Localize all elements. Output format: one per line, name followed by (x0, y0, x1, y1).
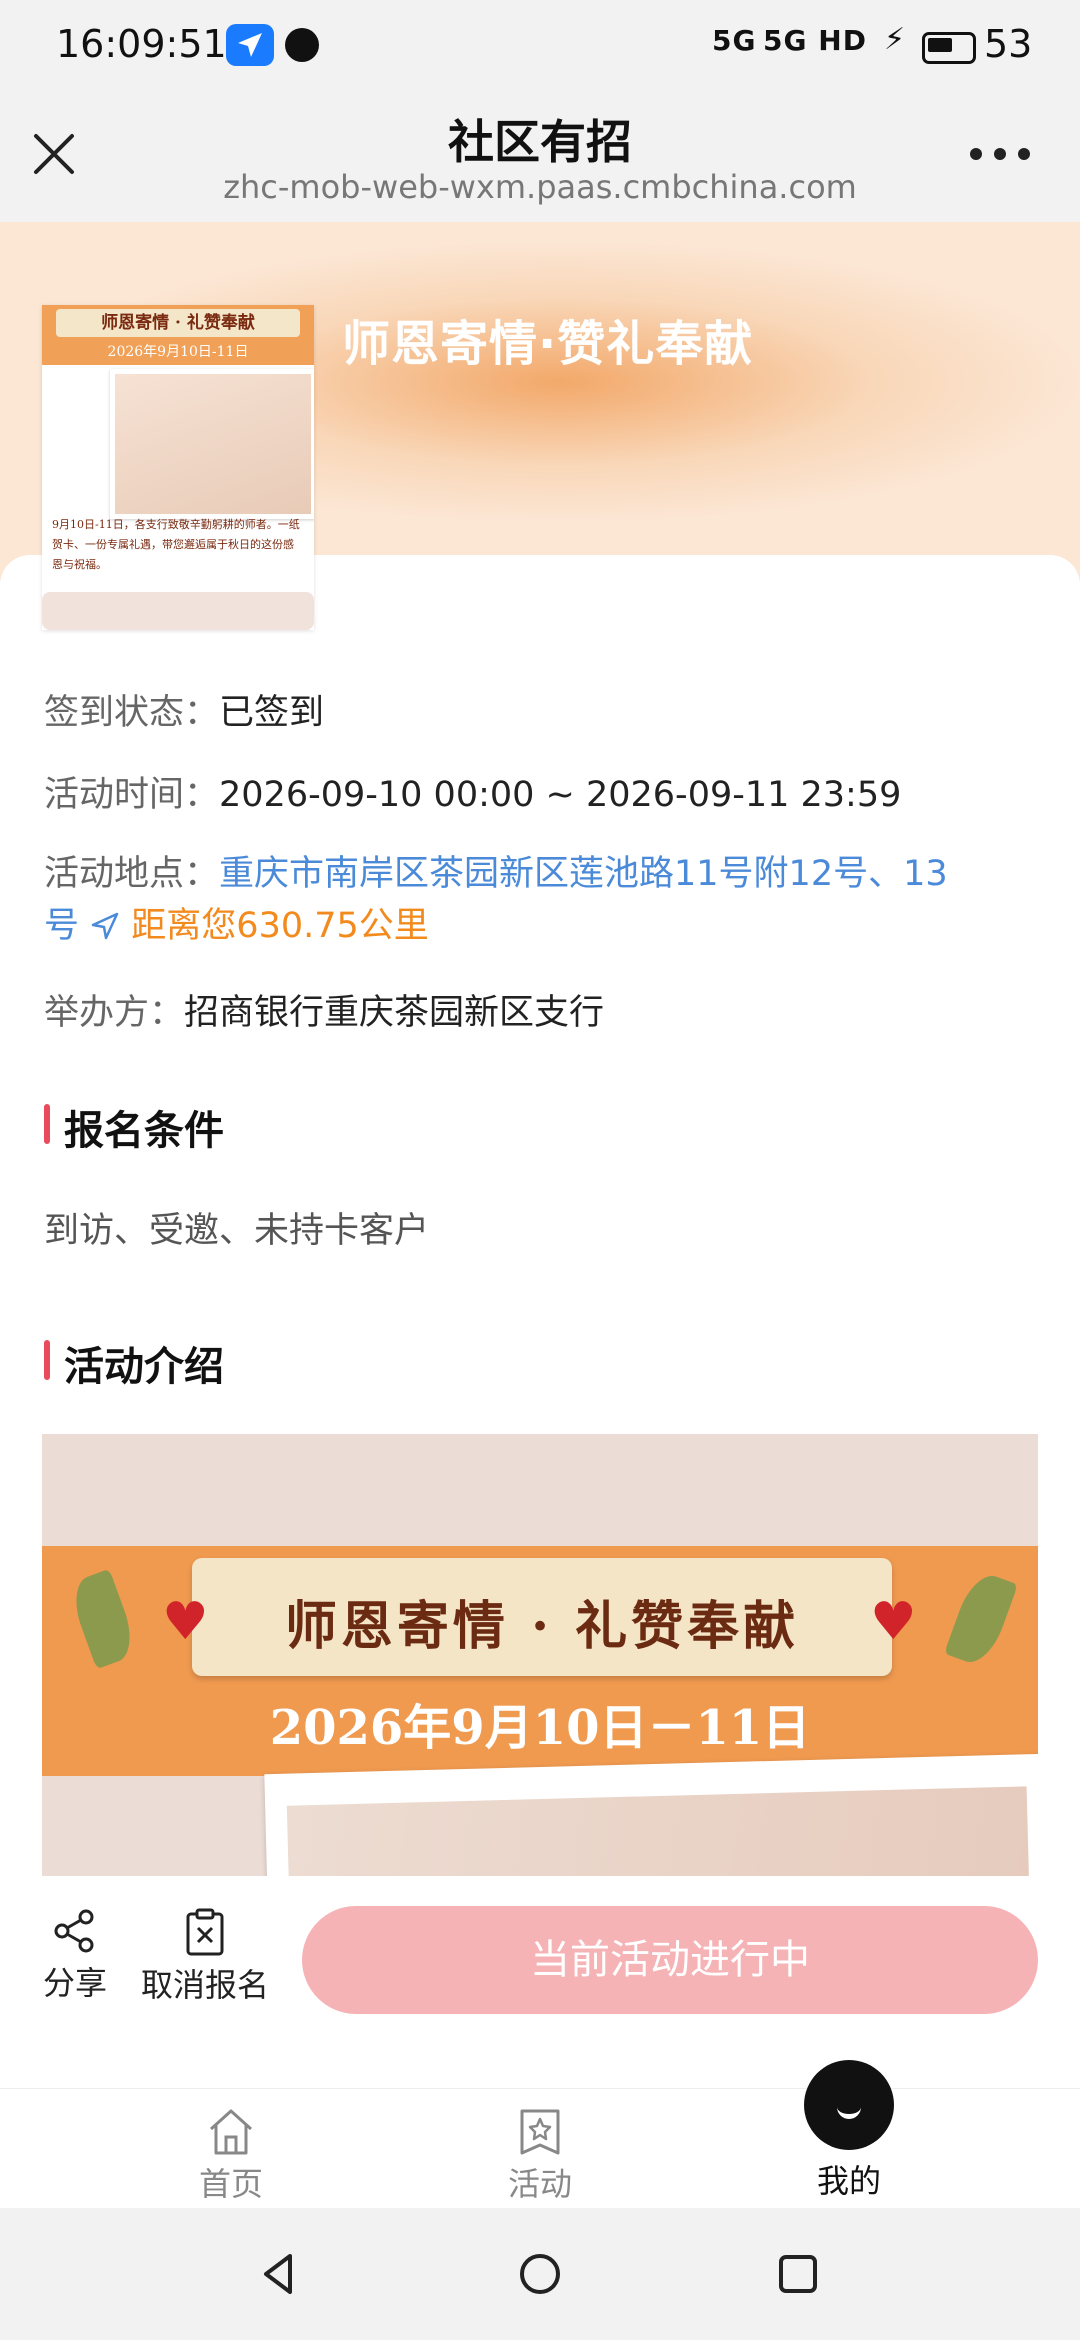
poster-photo (110, 369, 314, 519)
signin-status-label: 签到状态： (44, 693, 220, 733)
more-dot-icon (994, 148, 1006, 160)
more-dot-icon (970, 148, 982, 160)
tab-activity[interactable]: 活动 (460, 2107, 620, 2205)
action-bar: 分享 取消报名 当前活动进行中 (0, 1876, 1080, 2080)
share-icon (54, 1909, 94, 1953)
organizer-value: 招商银行重庆茶园新区支行 (184, 993, 605, 1033)
tab-home[interactable]: 首页 (151, 2107, 311, 2205)
banner-date: 2026年9月10日－11日 (269, 1700, 811, 1756)
activity-time-label: 活动时间： (44, 775, 220, 815)
home-circle-icon[interactable] (518, 2250, 562, 2298)
cancel-signup-label: 取消报名 (140, 1966, 269, 2004)
hero-title: 师恩寄情·赞礼奉献 (342, 316, 754, 372)
distance-text: 距离您630.75公里 (131, 906, 429, 946)
requirements-text: 到访、受邀、未持卡客户 (44, 1211, 430, 1251)
activity-address[interactable]: 重庆市南岸区茶园新区莲池路11号附12号、13 (219, 854, 948, 894)
poster-caption-bar (42, 592, 314, 630)
activity-location-row: 活动地点：重庆市南岸区茶园新区莲池路11号附12号、13 号 距离您630.75… (44, 848, 1044, 952)
title-bar: 社区有招 zhc-mob-web-wxm.paas.cmbchina.com (0, 92, 1080, 222)
location-arrow-icon[interactable] (90, 911, 120, 941)
navigation-arrow-icon (226, 24, 274, 66)
requirements-title: 报名条件 (44, 1098, 224, 1156)
signin-status-value: 已签到 (219, 693, 325, 733)
poster-text: 9月10日-11日，各支行致敬辛勤躬耕的师者。一纸贺卡、一份专属礼遇，带您邂逅属… (52, 518, 300, 571)
activity-star-icon (520, 2109, 560, 2155)
battery-icon (922, 32, 976, 64)
cancel-signup-button[interactable]: 取消报名 (138, 1908, 272, 2006)
share-label: 分享 (42, 1964, 107, 2002)
activity-time-value: 2026-09-10 00:00 ~ 2026-09-11 23:59 (219, 775, 902, 815)
intro-banner-image: ♥ ♥ 师恩寄情 · 礼赞奉献 2026年9月10日－11日 (42, 1434, 1038, 1876)
activity-time-row: 活动时间：2026-09-10 00:00 ~ 2026-09-11 23:59 (44, 766, 901, 817)
intro-title: 活动介绍 (44, 1334, 224, 1392)
tab-me-avatar-icon[interactable] (804, 2060, 894, 2150)
recents-icon[interactable] (776, 2250, 820, 2298)
notification-dot-icon (285, 28, 319, 62)
more-dot-icon (1018, 148, 1030, 160)
poster-date: 2026年9月10日-11日 (107, 344, 249, 360)
status-time: 16:09:51 (56, 22, 227, 66)
signin-status-row: 签到状态：已签到 (44, 684, 324, 735)
organizer-row: 举办方：招商银行重庆茶园新区支行 (44, 984, 604, 1035)
organizer-label: 举办方： (44, 993, 185, 1033)
charging-icon: ⚡ (884, 22, 906, 57)
activity-address-cont[interactable]: 号 (44, 906, 79, 946)
banner-title: 师恩寄情 · 礼赞奉献 (284, 1596, 800, 1657)
system-navigation-bar (0, 2208, 1080, 2340)
activity-poster[interactable]: 师恩寄情 · 礼赞奉献 2026年9月10日-11日 9月10日-11日，各支行… (42, 305, 314, 630)
back-icon[interactable] (256, 2250, 300, 2298)
tab-home-label: 首页 (198, 2165, 263, 2203)
clipboard-cancel-icon (186, 1908, 224, 1956)
poster-ribbon: 师恩寄情 · 礼赞奉献 (56, 309, 300, 337)
network-indicator: 5G 5G HD (712, 24, 867, 57)
battery-level: 53 (984, 22, 1033, 66)
page-title: 社区有招 (448, 115, 632, 169)
share-button[interactable]: 分享 (40, 1908, 110, 2004)
more-menu-button[interactable] (966, 148, 1036, 168)
page-url: zhc-mob-web-wxm.paas.cmbchina.com (223, 168, 857, 206)
tab-activity-label: 活动 (507, 2165, 572, 2203)
status-bar: 16:09:51 5G 5G HD ⚡ 53 (0, 0, 1080, 92)
activity-location-label: 活动地点： (44, 854, 220, 894)
home-icon (209, 2109, 253, 2155)
activity-status-button[interactable]: 当前活动进行中 (302, 1906, 1038, 2014)
tab-me-label[interactable]: 我的 (769, 2156, 929, 2202)
